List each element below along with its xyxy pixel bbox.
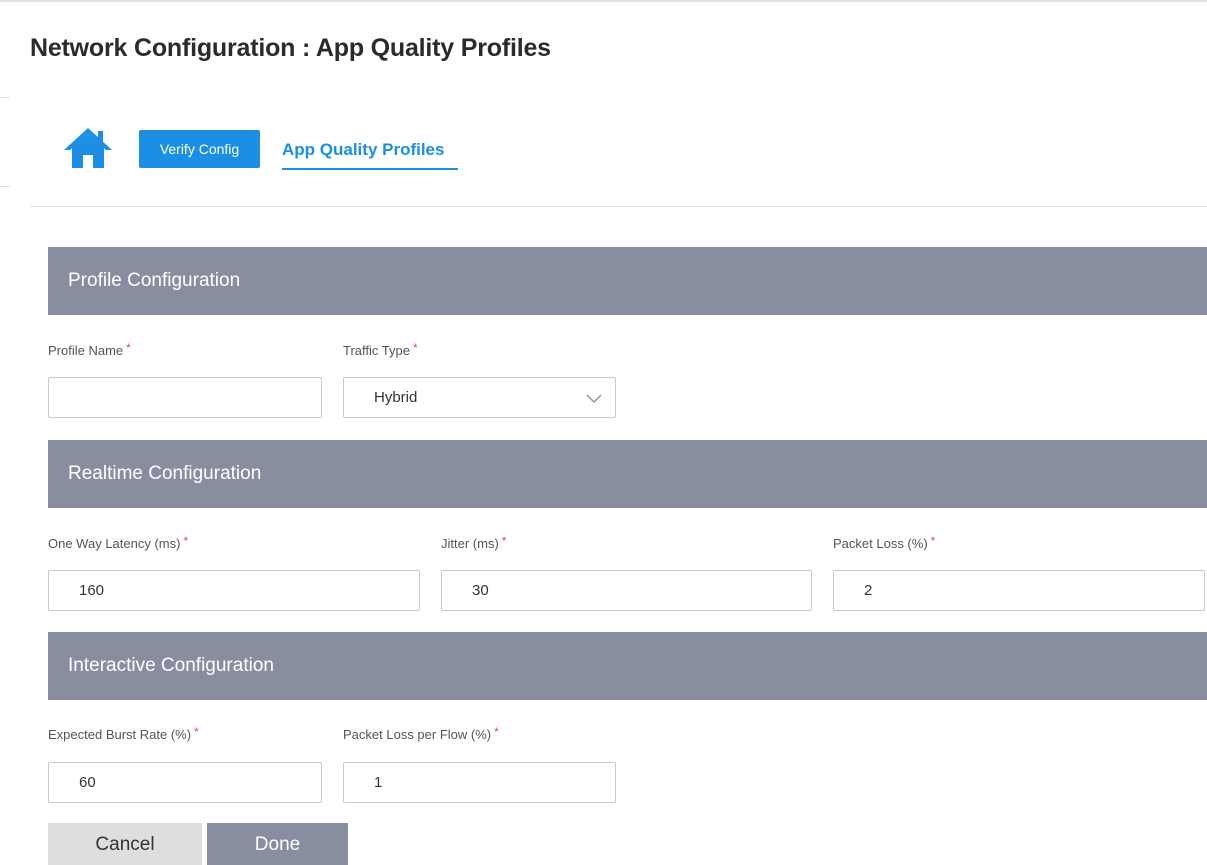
required-marker: * xyxy=(183,534,189,548)
page-title: Network Configuration : App Quality Prof… xyxy=(30,34,551,62)
required-marker: * xyxy=(126,341,131,355)
required-marker: * xyxy=(930,534,936,548)
active-tab-underline xyxy=(282,168,458,170)
packet-loss-per-flow-input[interactable] xyxy=(343,762,616,803)
traffic-type-select[interactable]: Hybrid xyxy=(343,377,616,418)
home-icon[interactable] xyxy=(62,126,114,170)
packet-loss-input[interactable] xyxy=(833,570,1205,611)
section-title: Realtime Configuration xyxy=(68,463,262,484)
one-way-latency-input[interactable] xyxy=(48,570,420,611)
left-divider xyxy=(0,186,10,187)
required-marker: * xyxy=(412,341,418,355)
section-title: Interactive Configuration xyxy=(68,655,274,676)
tab-app-quality-profiles[interactable]: App Quality Profiles xyxy=(282,140,444,160)
expected-burst-rate-input[interactable] xyxy=(48,762,322,803)
packet-loss-per-flow-label: Packet Loss per Flow (%) * xyxy=(343,725,499,742)
chevron-down-icon xyxy=(586,394,602,404)
profile-name-input[interactable] xyxy=(48,377,322,418)
latency-label: One Way Latency (ms) * xyxy=(48,534,189,551)
required-marker: * xyxy=(194,725,199,739)
done-button[interactable]: Done xyxy=(207,823,348,865)
jitter-label: Jitter (ms) * xyxy=(441,534,507,551)
top-border xyxy=(0,0,1207,2)
header-divider xyxy=(30,206,1207,207)
profile-name-label: Profile Name * xyxy=(48,341,131,358)
realtime-configuration-header: Realtime Configuration xyxy=(48,440,1207,508)
verify-config-button[interactable]: Verify Config xyxy=(139,130,260,168)
cancel-button[interactable]: Cancel xyxy=(48,823,202,865)
jitter-input[interactable] xyxy=(441,570,812,611)
section-title: Profile Configuration xyxy=(68,270,241,291)
burst-rate-label: Expected Burst Rate (%) * xyxy=(48,725,199,742)
left-divider xyxy=(0,97,10,98)
profile-configuration-header: Profile Configuration xyxy=(48,247,1207,315)
traffic-type-label: Traffic Type * xyxy=(343,341,418,358)
required-marker: * xyxy=(494,725,499,739)
traffic-type-value: Hybrid xyxy=(374,389,418,406)
required-marker: * xyxy=(501,534,507,548)
packet-loss-label: Packet Loss (%) * xyxy=(833,534,936,551)
interactive-configuration-header: Interactive Configuration xyxy=(48,632,1207,700)
